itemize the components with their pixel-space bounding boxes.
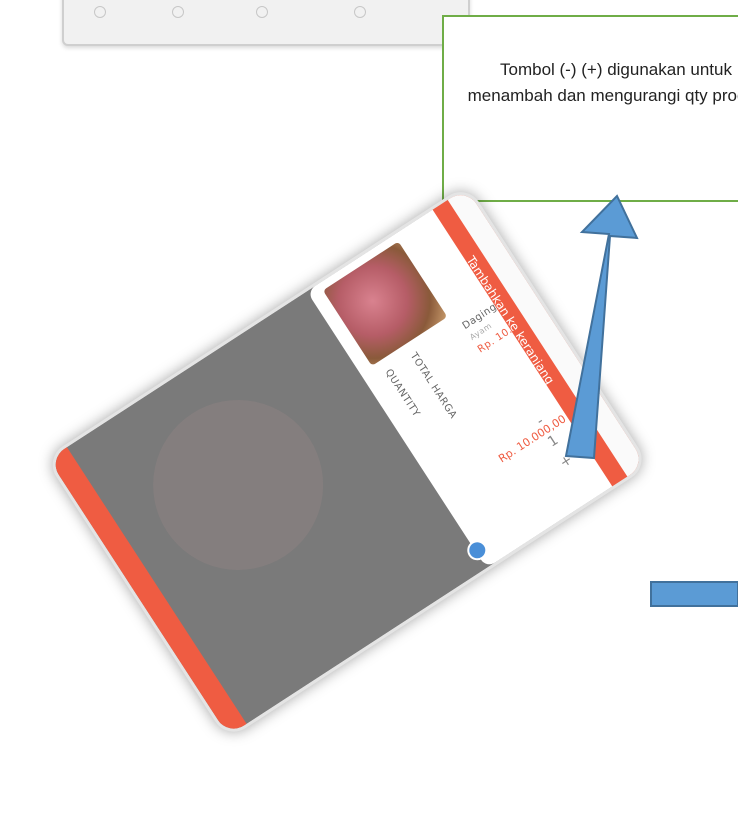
phone-mockup: Daging Ayam Ayam Rp. 10.000,00 QUANTITY … — [44, 183, 650, 741]
callout-text: Tombol (-) (+) digunakan untuk menambah … — [467, 60, 738, 105]
app-screen: Daging Ayam Ayam Rp. 10.000,00 QUANTITY … — [48, 187, 646, 736]
previous-phone-frame — [62, 0, 470, 46]
nav-button-icon — [354, 6, 366, 18]
phone-frame: Daging Ayam Ayam Rp. 10.000,00 QUANTITY … — [44, 183, 650, 741]
quantity-label: QUANTITY — [382, 367, 422, 420]
nav-button-icon — [94, 6, 106, 18]
annotation-callout: Tombol (-) (+) digunakan untuk menambah … — [442, 15, 738, 202]
nav-button-icon — [256, 6, 268, 18]
arrow-right-icon — [650, 581, 738, 607]
nav-button-icon — [172, 6, 184, 18]
